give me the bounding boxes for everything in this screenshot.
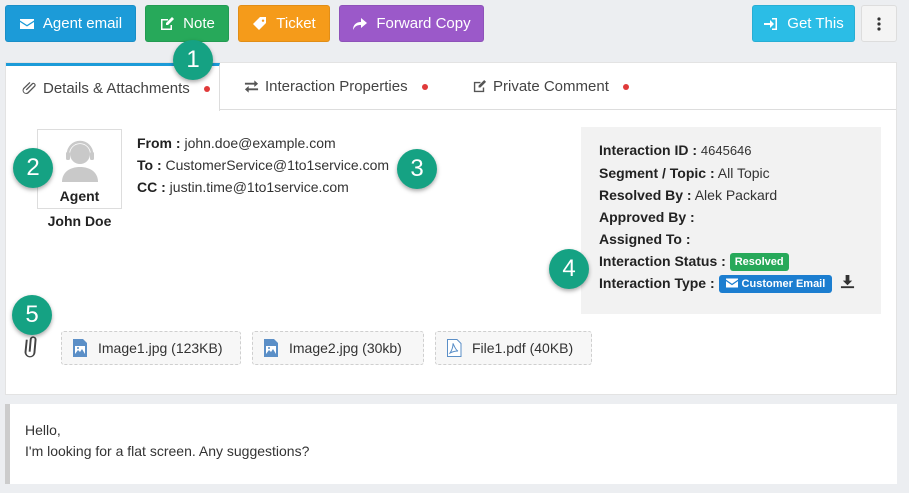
agent-role: Agent	[59, 188, 100, 204]
tab-comment-label: Private Comment	[493, 78, 609, 95]
callout-4: 4	[549, 249, 589, 289]
from-label: From :	[137, 135, 181, 151]
download-icon[interactable]	[840, 273, 855, 295]
resolved-by-label: Resolved By :	[599, 187, 692, 203]
type-badge-label: Customer Email	[741, 278, 826, 291]
callout-3: 3	[397, 149, 437, 189]
attachment-image1[interactable]: Image1.jpg (123KB)	[61, 331, 241, 365]
to-label: To :	[137, 157, 162, 173]
callout-1: 1	[173, 40, 213, 80]
note-button[interactable]: Note	[145, 5, 229, 42]
agent-email-button[interactable]: Agent email	[5, 5, 136, 42]
attachment-name: Image1.jpg (123KB)	[98, 340, 223, 356]
agent-email-label: Agent email	[42, 15, 123, 32]
ticket-icon	[253, 16, 267, 30]
resolved-by-row: Resolved By : Alek Packard	[599, 184, 881, 206]
ticket-label: Ticket	[276, 15, 316, 32]
to-row: To : CustomerService@1to1service.com	[137, 154, 389, 176]
attachment-name: File1.pdf (40KB)	[472, 340, 574, 356]
tab-interaction-properties[interactable]: Interaction Properties	[244, 63, 428, 110]
message-line: I'm looking for a flat screen. Any sugge…	[25, 443, 310, 459]
interaction-id-label: Interaction ID :	[599, 142, 698, 158]
interaction-id-row: Interaction ID : 4645646	[599, 139, 881, 162]
tab-bar: Details & Attachments Interaction Proper…	[6, 63, 896, 111]
approved-by-label: Approved By :	[599, 209, 695, 225]
ticket-button[interactable]: Ticket	[238, 5, 330, 42]
sign-in-icon	[764, 17, 778, 30]
image-file-icon	[73, 339, 87, 357]
type-badge: Customer Email	[718, 275, 833, 294]
headset-user-icon	[61, 140, 98, 182]
interaction-info-box: Interaction ID : 4645646 Segment / Topic…	[581, 127, 881, 314]
edit-icon	[161, 16, 175, 30]
attachment-name: Image2.jpg (30kb)	[289, 340, 402, 356]
callout-5: 5	[12, 295, 52, 335]
tab-properties-label: Interaction Properties	[265, 78, 408, 95]
image-file-icon	[264, 339, 278, 357]
segment-label: Segment / Topic :	[599, 165, 715, 181]
from-value: john.doe@example.com	[184, 135, 336, 151]
status-badge: Resolved	[729, 253, 789, 272]
tab-private-comment[interactable]: Private Comment	[472, 63, 629, 110]
get-this-label: Get This	[787, 15, 844, 32]
more-options-button[interactable]	[861, 5, 897, 42]
interaction-id-value: 4645646	[700, 143, 752, 158]
unread-dot	[421, 83, 428, 90]
status-label: Interaction Status :	[599, 253, 726, 269]
cc-row: CC : justin.time@1to1service.com	[137, 176, 389, 198]
email-headers: From : john.doe@example.com To : Custome…	[137, 132, 389, 198]
assigned-to-row: Assigned To :	[599, 228, 881, 250]
cc-value: justin.time@1to1service.com	[169, 179, 349, 195]
get-this-button[interactable]: Get This	[752, 5, 855, 42]
forward-copy-button[interactable]: Forward Copy	[339, 5, 484, 42]
attachment-image2[interactable]: Image2.jpg (30kb)	[252, 331, 424, 365]
assigned-to-label: Assigned To :	[599, 231, 691, 247]
interaction-panel: Details & Attachments Interaction Proper…	[5, 62, 897, 395]
note-label: Note	[183, 15, 215, 32]
paperclip-icon	[22, 81, 36, 94]
unread-dot	[203, 85, 210, 92]
pdf-file-icon	[447, 339, 462, 357]
resolved-by-value: Alek Packard	[694, 187, 778, 203]
cc-label: CC :	[137, 179, 166, 195]
to-value: CustomerService@1to1service.com	[165, 157, 390, 173]
type-label: Interaction Type :	[599, 275, 715, 291]
callout-2: 2	[13, 148, 53, 188]
attachments-paperclip-icon	[21, 336, 43, 361]
toolbar: Agent email Note Ticket Forward Copy Get…	[5, 5, 904, 43]
status-row: Interaction Status : Resolved	[599, 250, 881, 272]
attachment-file1[interactable]: File1.pdf (40KB)	[435, 331, 592, 365]
vertical-ellipsis-icon	[877, 16, 881, 31]
from-row: From : john.doe@example.com	[137, 132, 389, 154]
segment-row: Segment / Topic : All Topic	[599, 162, 881, 184]
type-row: Interaction Type : Customer Email	[599, 272, 881, 295]
forward-copy-label: Forward Copy	[376, 15, 471, 32]
tab-details-label: Details & Attachments	[43, 80, 190, 97]
message-line: Hello,	[25, 422, 61, 438]
share-icon	[353, 17, 368, 30]
message-body: Hello, I'm looking for a flat screen. An…	[5, 404, 897, 484]
approved-by-row: Approved By :	[599, 206, 881, 228]
envelope-icon	[19, 18, 34, 29]
agent-name: John Doe	[47, 213, 112, 229]
envelope-icon	[725, 278, 738, 288]
segment-value: All Topic	[717, 165, 770, 181]
edit-icon	[473, 79, 487, 93]
exchange-icon	[244, 80, 259, 93]
unread-dot	[622, 83, 629, 90]
